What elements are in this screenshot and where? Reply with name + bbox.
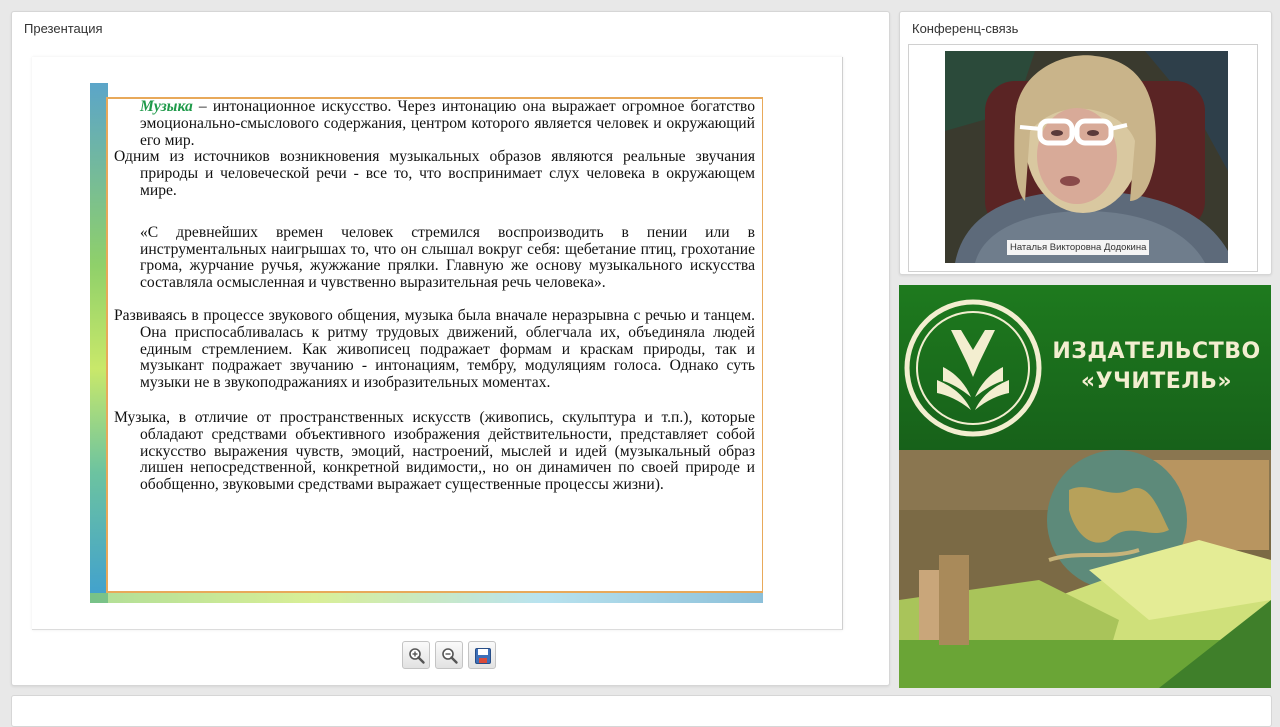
- slide-text: Музыка – интонационное искусство. Через …: [114, 98, 755, 494]
- zoom-in-icon: [409, 648, 425, 664]
- books-globe-illustration: [899, 450, 1271, 688]
- slide: Музыка – интонационное искусство. Через …: [90, 83, 763, 603]
- slide-paragraph-3: «С древнейших времен человек стремился в…: [140, 223, 755, 292]
- zoom-out-button[interactable]: [435, 641, 463, 669]
- publisher-name-line1: ИЗДАТЕЛЬСТВО: [1052, 339, 1261, 364]
- speaker-video-picture: [945, 51, 1228, 263]
- slide-term-music: Музыка: [140, 98, 193, 115]
- banner-header: ИЗДАТЕЛЬСТВО «УЧИТЕЛЬ»: [899, 285, 1271, 450]
- presentation-panel: Презентация Музыка – интонационное искус…: [11, 11, 890, 686]
- zoom-in-button[interactable]: [402, 641, 430, 669]
- conference-panel-title: Конференц-связь: [912, 21, 1019, 36]
- publisher-logo-icon: [904, 299, 1042, 437]
- video-container: Наталья Викторовна Додокина: [908, 44, 1258, 272]
- presentation-panel-title: Презентация: [24, 21, 103, 36]
- zoom-out-icon: [442, 648, 458, 664]
- banner-books-globe-image: [899, 450, 1271, 688]
- floppy-disk-icon: [475, 648, 491, 664]
- slide-decor-bottom: [90, 593, 763, 603]
- save-button[interactable]: [468, 641, 496, 669]
- publisher-name: ИЗДАТЕЛЬСТВО «УЧИТЕЛЬ»: [1049, 337, 1264, 397]
- slide-viewer[interactable]: Музыка – интонационное искусство. Через …: [32, 57, 843, 630]
- publisher-banner: ИЗДАТЕЛЬСТВО «УЧИТЕЛЬ»: [899, 285, 1271, 688]
- bottom-panel: [11, 695, 1272, 727]
- slide-paragraph-5: Музыка, в отличие от пространственных ис…: [114, 408, 755, 494]
- slide-paragraph-2: Одним из источников возникновения музыка…: [114, 148, 755, 199]
- slide-paragraph-1-text: – интонационное искусство. Через интонац…: [140, 98, 755, 149]
- conference-panel: Конференц-связь Наталья Викторовна Додок…: [899, 11, 1272, 275]
- slide-paragraph-1: Музыка – интонационное искусство. Через …: [114, 98, 755, 149]
- publisher-name-line2: «УЧИТЕЛЬ»: [1080, 369, 1233, 394]
- participant-name-label: Наталья Викторовна Додокина: [1007, 240, 1150, 255]
- slide-paragraph-4: Развиваясь в процессе звукового общения,…: [114, 306, 755, 392]
- webcam-video[interactable]: Наталья Викторовна Додокина: [945, 51, 1228, 263]
